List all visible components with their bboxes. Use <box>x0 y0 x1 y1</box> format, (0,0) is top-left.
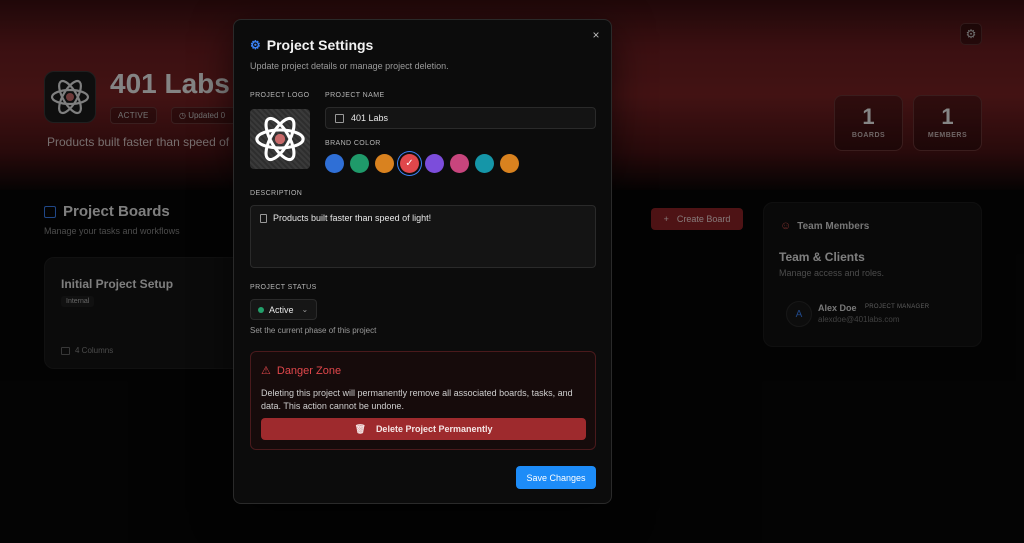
file-icon <box>260 214 267 223</box>
project-name-input[interactable]: 401 Labs <box>325 107 596 129</box>
danger-text: Deleting this project will permanently r… <box>261 388 573 411</box>
color-swatch[interactable] <box>500 154 519 173</box>
danger-heading: ⚠ Danger Zone <box>261 364 342 378</box>
color-swatch[interactable] <box>425 154 444 173</box>
danger-title: Danger Zone <box>276 364 342 377</box>
logo-upload[interactable] <box>250 109 310 169</box>
description-value: Products built faster than speed of ligh… <box>273 213 432 223</box>
save-changes-button[interactable]: Save Changes <box>516 466 596 489</box>
close-icon[interactable]: × <box>589 28 603 42</box>
status-label: PROJECT STATUS <box>250 284 317 291</box>
color-swatch[interactable] <box>375 154 394 173</box>
warning-icon: ⚠ <box>261 365 271 377</box>
modal-title: ⚙ Project Settings <box>250 37 373 53</box>
brand-color-picker: ✓ <box>325 154 519 173</box>
react-atom-icon <box>255 116 305 162</box>
brand-color-label: BRAND COLOR <box>325 140 381 147</box>
modal-subtitle: Update project details or manage project… <box>250 61 449 71</box>
chevron-down-icon: ⌄ <box>301 305 309 314</box>
delete-label: Delete Project Permanently <box>375 424 493 434</box>
name-label: PROJECT NAME <box>325 92 385 99</box>
status-dot-icon <box>258 306 264 313</box>
status-value: Active <box>269 304 294 315</box>
delete-project-button[interactable]: 🗑 Delete Project Permanently <box>261 418 586 440</box>
color-swatch[interactable] <box>475 154 494 173</box>
status-help-text: Set the current phase of this project <box>250 326 377 335</box>
description-textarea[interactable]: Products built faster than speed of ligh… <box>250 205 596 268</box>
color-swatch[interactable]: ✓ <box>400 154 419 173</box>
project-name-value: 401 Labs <box>351 113 389 123</box>
check-icon: ✓ <box>405 158 414 169</box>
color-swatch[interactable] <box>350 154 369 173</box>
color-swatch[interactable] <box>325 154 344 173</box>
danger-zone: ⚠ Danger Zone Deleting this project will… <box>250 351 596 450</box>
color-swatch[interactable] <box>450 154 469 173</box>
description-label: DESCRIPTION <box>250 190 303 197</box>
project-settings-modal: ⚙ Project Settings × Update project deta… <box>233 19 612 504</box>
modal-title-text: Project Settings <box>266 37 374 53</box>
logo-label: PROJECT LOGO <box>250 92 310 99</box>
gear-icon: ⚙ <box>250 38 261 52</box>
trash-icon: 🗑 <box>354 423 366 434</box>
project-status-select[interactable]: Active ⌄ <box>250 299 317 320</box>
document-icon <box>335 113 344 123</box>
